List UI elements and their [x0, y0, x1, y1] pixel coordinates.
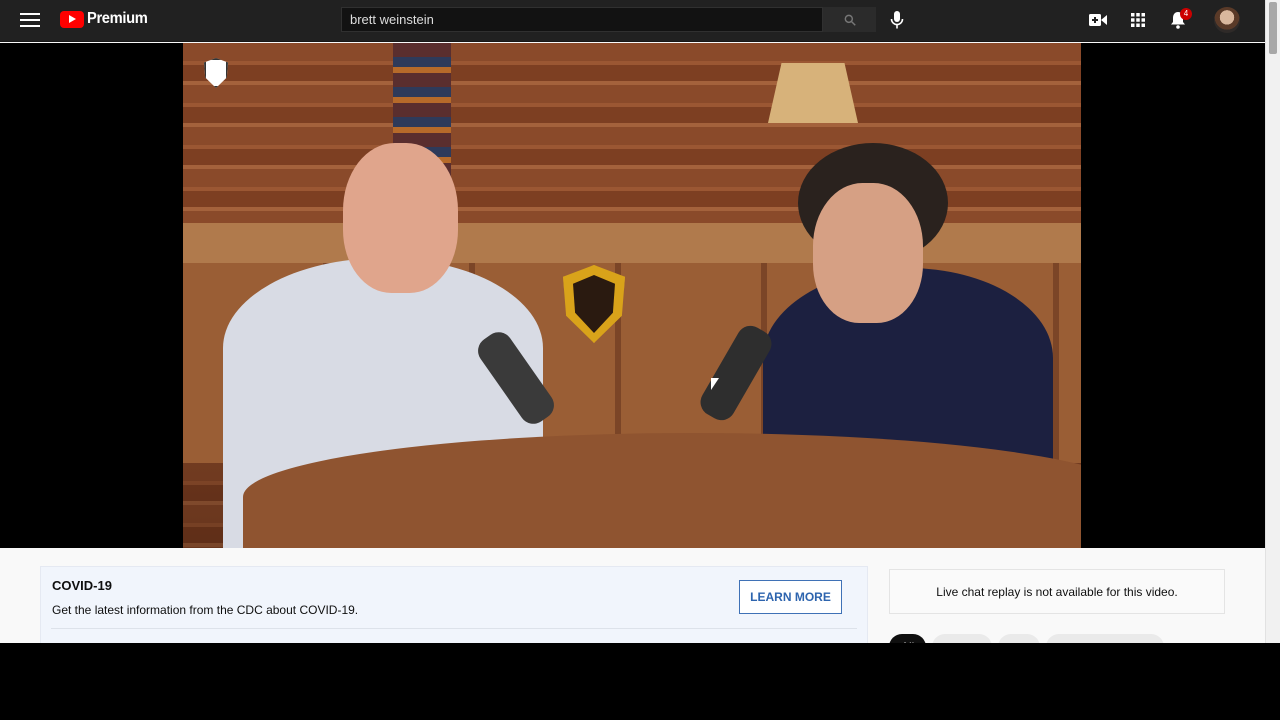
mouse-cursor	[711, 378, 719, 390]
chip-all[interactable]: All	[889, 634, 927, 643]
scrollbar-thumb[interactable]	[1269, 2, 1277, 54]
letterbox-bottom	[0, 643, 1280, 720]
apps-button[interactable]	[1127, 9, 1149, 31]
horse-shield-watermark-icon	[204, 58, 228, 88]
chip-2[interactable]	[932, 634, 993, 643]
covid-description: Get the latest information from the CDC …	[52, 603, 359, 617]
create-video-icon	[1089, 14, 1107, 26]
mic-icon[interactable]	[889, 10, 905, 30]
youtube-premium-logo[interactable]: Premium	[60, 10, 153, 28]
chip-4[interactable]	[1046, 634, 1165, 643]
masthead: Premium brett weinstein 4	[0, 0, 1265, 42]
avatar[interactable]	[1214, 7, 1240, 33]
divider	[51, 628, 857, 629]
search-input[interactable]: brett weinstein	[341, 7, 823, 32]
apps-grid-icon	[1131, 13, 1145, 27]
chip-3[interactable]	[998, 634, 1041, 643]
search-icon	[844, 14, 856, 26]
learn-more-button[interactable]: LEARN MORE	[739, 580, 842, 614]
menu-icon[interactable]	[20, 13, 40, 29]
create-video-button[interactable]	[1087, 9, 1109, 31]
host-right-head	[813, 183, 923, 323]
logo-wordmark: Premium	[87, 10, 148, 27]
notification-badge: 4	[1180, 8, 1192, 20]
video-frame[interactable]	[183, 43, 1081, 548]
lamp-shade	[768, 63, 858, 123]
related-filter-chips: All	[889, 634, 1165, 643]
page-scrollbar[interactable]	[1265, 0, 1280, 643]
youtube-watch-page: Premium brett weinstein 4 COVID-19 Get t…	[0, 0, 1280, 643]
youtube-logo-icon	[60, 10, 84, 28]
covid-title: COVID-19	[52, 578, 112, 593]
live-chat-unavailable-message: Live chat replay is not available for th…	[889, 569, 1225, 614]
search-button[interactable]	[823, 7, 876, 32]
covid-info-panel: COVID-19 Get the latest information from…	[40, 566, 868, 643]
video-player[interactable]	[0, 43, 1265, 548]
host-left-head	[343, 143, 458, 293]
